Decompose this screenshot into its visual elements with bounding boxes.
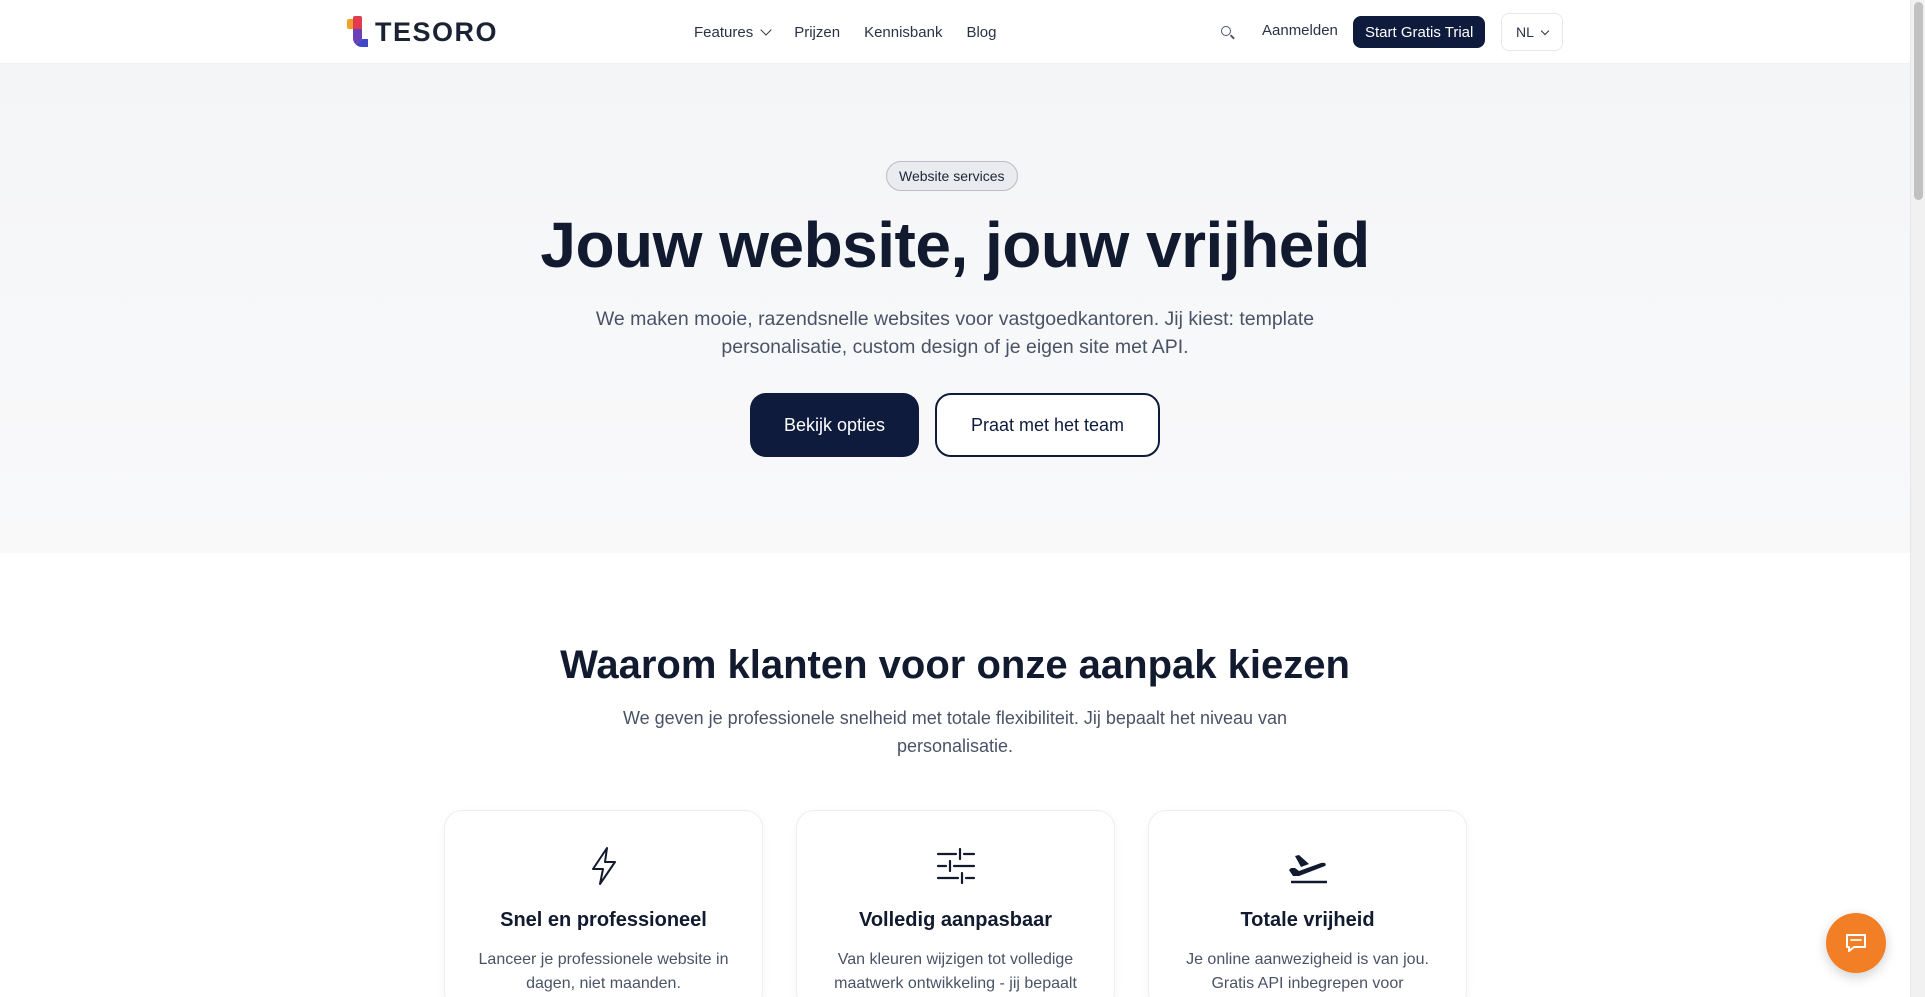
nav-item-label: Kennisbank bbox=[864, 23, 943, 41]
language-selector[interactable]: NL bbox=[1501, 13, 1563, 51]
chevron-down-icon bbox=[760, 23, 772, 36]
view-options-button[interactable]: Bekijk opties bbox=[750, 393, 919, 457]
card-title: Totale vrijheid bbox=[1240, 909, 1375, 931]
plane-takeoff-icon bbox=[1149, 846, 1466, 886]
card-text: Van kleuren wijzigen tot volledige maatw… bbox=[834, 951, 1077, 992]
site-header: TESORO Features Prijzen Kennisbank Blog … bbox=[0, 0, 1910, 64]
lightning-icon bbox=[445, 846, 762, 886]
nav-item-features[interactable]: Features bbox=[694, 23, 772, 41]
nav-item-label: Blog bbox=[966, 23, 997, 41]
card-title: Snel en professioneel bbox=[500, 909, 707, 931]
hero-badge: Website services bbox=[886, 161, 1018, 191]
card-text: Je online aanwezigheid is van jou. Grati… bbox=[1186, 951, 1429, 992]
logo-mark-icon bbox=[347, 16, 369, 48]
nav-item-label: Features bbox=[694, 23, 754, 41]
talk-to-team-button[interactable]: Praat met het team bbox=[935, 393, 1160, 457]
main-nav: Features Prijzen Kennisbank Blog bbox=[694, 0, 997, 64]
section-title: Waarom klanten voor onze aanpak kiezen bbox=[560, 643, 1350, 687]
scrollbar-thumb[interactable] bbox=[1914, 2, 1923, 200]
page-scrollbar[interactable] bbox=[1910, 0, 1925, 997]
search-icon[interactable] bbox=[1221, 26, 1235, 40]
start-trial-button[interactable]: Start Gratis Trial bbox=[1353, 16, 1486, 48]
hero-subtitle: We maken mooie, razendsnelle websites vo… bbox=[595, 308, 1315, 358]
card-title: Volledig aanpasbaar bbox=[858, 909, 1053, 931]
logo[interactable]: TESORO bbox=[347, 16, 498, 48]
nav-item-prijzen[interactable]: Prijzen bbox=[794, 24, 840, 41]
feature-card: Snel en professioneel Lanceer je profess… bbox=[444, 810, 763, 997]
logo-text: TESORO bbox=[375, 16, 499, 47]
section-subtitle: We geven je professionele snelheid met t… bbox=[622, 708, 1288, 756]
language-label: NL bbox=[1516, 24, 1534, 40]
feature-card: Volledig aanpasbaar Van kleuren wijzigen… bbox=[796, 810, 1115, 997]
nav-item-blog[interactable]: Blog bbox=[966, 24, 996, 41]
login-link[interactable]: Aanmelden bbox=[1262, 22, 1338, 39]
chat-launcher-button[interactable] bbox=[1826, 913, 1886, 973]
nav-item-kennisbank[interactable]: Kennisbank bbox=[864, 24, 942, 41]
feature-card: Totale vrijheid Je online aanwezigheid i… bbox=[1148, 810, 1467, 997]
sliders-icon bbox=[797, 846, 1114, 886]
hero-title: Jouw website, jouw vrijheid bbox=[540, 209, 1370, 281]
nav-item-label: Prijzen bbox=[794, 23, 841, 41]
chevron-down-icon bbox=[1540, 26, 1550, 35]
card-text: Lanceer je professionele website in dage… bbox=[478, 951, 729, 992]
chat-bubble-icon bbox=[1846, 934, 1866, 952]
